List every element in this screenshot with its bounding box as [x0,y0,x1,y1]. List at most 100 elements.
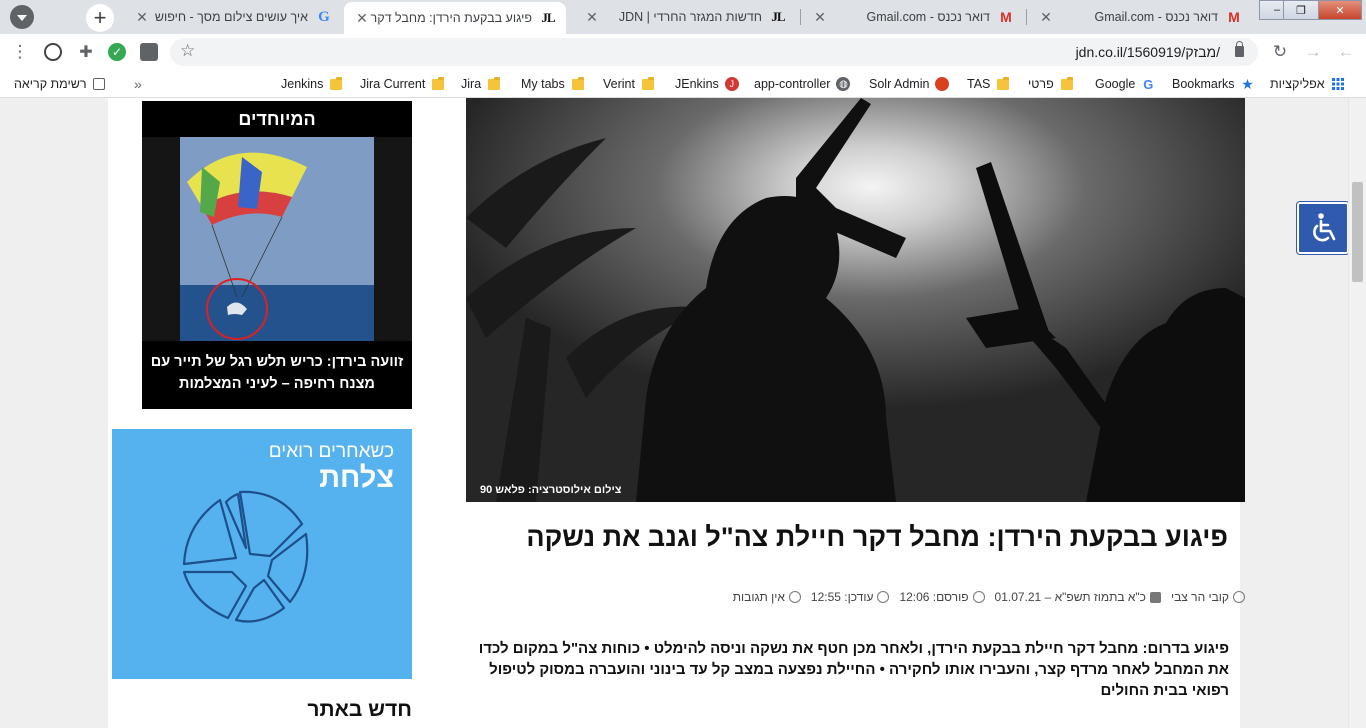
jdn-icon: JL [771,9,785,24]
browser-toolbar: ⋮ ✚ ✓ ☆ jdn.co.il/1560919/מבזק/ ↻ → ← [0,34,1366,70]
page-margin-left [0,98,108,728]
jenkins-icon: J [724,77,739,91]
extension-check-icon[interactable]: ✓ [108,43,126,61]
address-bar[interactable]: ☆ jdn.co.il/1560919/מבזק/ [170,38,1258,66]
bookmark-jenkins[interactable]: Jenkins [281,75,343,93]
bookmark-bookmarks[interactable]: Bookmarks ★ [1172,75,1255,93]
bookmark-apps[interactable]: אפליקציות [1270,75,1345,93]
folder-icon [571,76,584,90]
page-scrollbar[interactable] [1348,98,1366,728]
folder-icon [641,76,654,90]
tab-title: פיגוע בבקעת הירדן: מחבל דקר חי [370,11,532,25]
bookmark-label: Solr Admin [869,77,930,91]
meta-author[interactable]: קובי הר צבי [1171,590,1245,604]
extensions-puzzle-icon[interactable]: ✚ [76,42,96,62]
web-page: צילום אילוסטרציה: פלאש 90 פיגוע בבקעת הי… [0,98,1366,728]
reading-list-label: רשימת קריאה [14,77,87,91]
date-text: כ"א בתמוז תשפ"א – 01.07.21 [994,590,1146,604]
specials-heading: המיוחדים [238,109,316,129]
close-tab-icon[interactable]: ✕ [354,10,370,27]
meta-published: פורסם: 12:06 [899,590,985,604]
bookmark-jenkins-2[interactable]: JEnkins J [675,75,739,93]
tab-jdn-news[interactable]: ✕ חדשות המגזר החרדי | JDN JL [574,0,796,34]
bookmark-label: Verint [603,77,635,91]
reading-list-icon [92,78,105,90]
close-tab-icon[interactable]: ✕ [134,9,150,26]
article-hero-image[interactable]: צילום אילוסטרציה: פלאש 90 [466,98,1245,502]
menu-kebab-icon[interactable]: ⋮ [10,42,30,62]
bookmarks-bar: רשימת קריאה » Jenkins Jira Current Jira … [0,70,1366,98]
bookmark-my-tabs[interactable]: My tabs [521,75,584,93]
close-tab-icon[interactable]: ✕ [584,9,600,26]
tab-gmail-2[interactable]: ✕ דואר נכנס - Gmail.com M [802,0,1024,34]
scrollbar-thumb[interactable] [1352,182,1363,282]
maximize-button[interactable]: ❐ [1283,0,1319,20]
bookmark-label: My tabs [521,77,565,91]
folder-icon [330,76,343,90]
advertisement-banner[interactable]: כשאחרים רואים צלחת [112,429,412,679]
bookmark-app-controller[interactable]: app-controller ◍ [754,75,851,93]
jdn-icon: JL [541,10,555,25]
url-text: jdn.co.il/1560919/מבזק/ [1075,44,1220,60]
folder-icon [432,76,445,90]
star-icon: ★ [1241,75,1254,92]
lock-icon[interactable] [1235,41,1244,57]
google-icon: G [318,8,330,25]
parasail-thumbnail[interactable] [142,137,412,341]
published-text: פורסם: 12:06 [899,590,969,604]
bookmarks-overflow-button[interactable]: » [134,75,142,93]
bookmark-jira-current[interactable]: Jira Current [360,75,445,93]
tab-search-button[interactable] [10,5,34,29]
meta-comments[interactable]: אין תגובות [733,590,801,604]
soldiers-silhouette-image [466,98,1245,502]
bookmark-google[interactable]: Google G [1095,75,1155,93]
refresh-icon [877,591,890,603]
specials-caption[interactable]: זוועה בירדן: כריש תלש רגל של תייר עם מצנ… [148,351,406,395]
bookmark-solr-admin[interactable]: Solr Admin [869,75,950,93]
tab-title: דואר נכנס - Gmail.com [1094,10,1218,24]
bookmark-private[interactable]: פרטי [1028,75,1073,93]
bookmark-verint[interactable]: Verint [603,75,654,93]
tab-active-article[interactable]: ✕ פיגוע בבקעת הירדן: מחבל דקר חי JL [344,2,566,34]
bookmark-label: Jira Current [360,77,426,91]
folder-icon [997,76,1010,90]
comments-text: אין תגובות [732,590,785,604]
updated-text: עודכן: 12:55 [810,590,874,604]
folder-icon [1060,76,1073,90]
meta-updated: עודכן: 12:55 [811,590,890,604]
bookmark-label: Jenkins [281,77,324,91]
new-tab-button[interactable]: + [86,4,114,32]
tab-title: חדשות המגזר החרדי | JDN [618,10,762,24]
bookmark-label: Bookmarks [1172,77,1235,91]
tab-title: איך עושים צילום מסך - חיפוש [154,10,308,24]
comment-icon [788,591,801,603]
extension-translate-icon[interactable] [140,43,158,61]
image-credit: צילום אילוסטרציה: פלאש 90 [480,484,622,496]
specials-widget[interactable]: המיוחדים זוועה בירדן: כריש תלש רגל של תי… [142,101,412,409]
article-meta: קובי הר צבי כ"א בתמוז תשפ"א – 01.07.21 פ… [733,588,1245,606]
reading-list-button[interactable]: רשימת קריאה [14,75,105,93]
close-tab-icon[interactable]: ✕ [812,9,828,26]
tab-gmail-1[interactable]: ✕ דואר נכנס - Gmail.com M [1028,0,1252,34]
bookmark-label: פרטי [1028,77,1054,91]
close-window-button[interactable]: ✕ [1318,0,1362,20]
broken-plate-icon [182,490,309,623]
bookmark-label: TAS [967,77,991,91]
folder-icon [488,76,501,90]
new-on-site-heading: חדש באתר [307,698,412,721]
back-arrow-icon[interactable]: ← [1336,42,1356,62]
extension-soccer-icon[interactable] [44,43,62,61]
forward-arrow-icon[interactable]: → [1303,42,1323,62]
bookmark-tas[interactable]: TAS [967,75,1010,93]
tab-google-search[interactable]: ✕ איך עושים צילום מסך - חיפוש G [124,0,342,34]
tab-separator [1026,9,1027,25]
bookmark-jira[interactable]: Jira [461,75,501,93]
accessibility-button[interactable] [1297,202,1349,254]
bookmark-star-icon[interactable]: ☆ [180,41,195,61]
reload-icon[interactable]: ↻ [1270,42,1290,62]
close-tab-icon[interactable]: ✕ [1038,9,1054,26]
bookmark-label: app-controller [754,77,831,91]
user-icon [1233,591,1245,603]
wheelchair-icon [1313,213,1336,242]
page-margin-right [1240,98,1348,728]
